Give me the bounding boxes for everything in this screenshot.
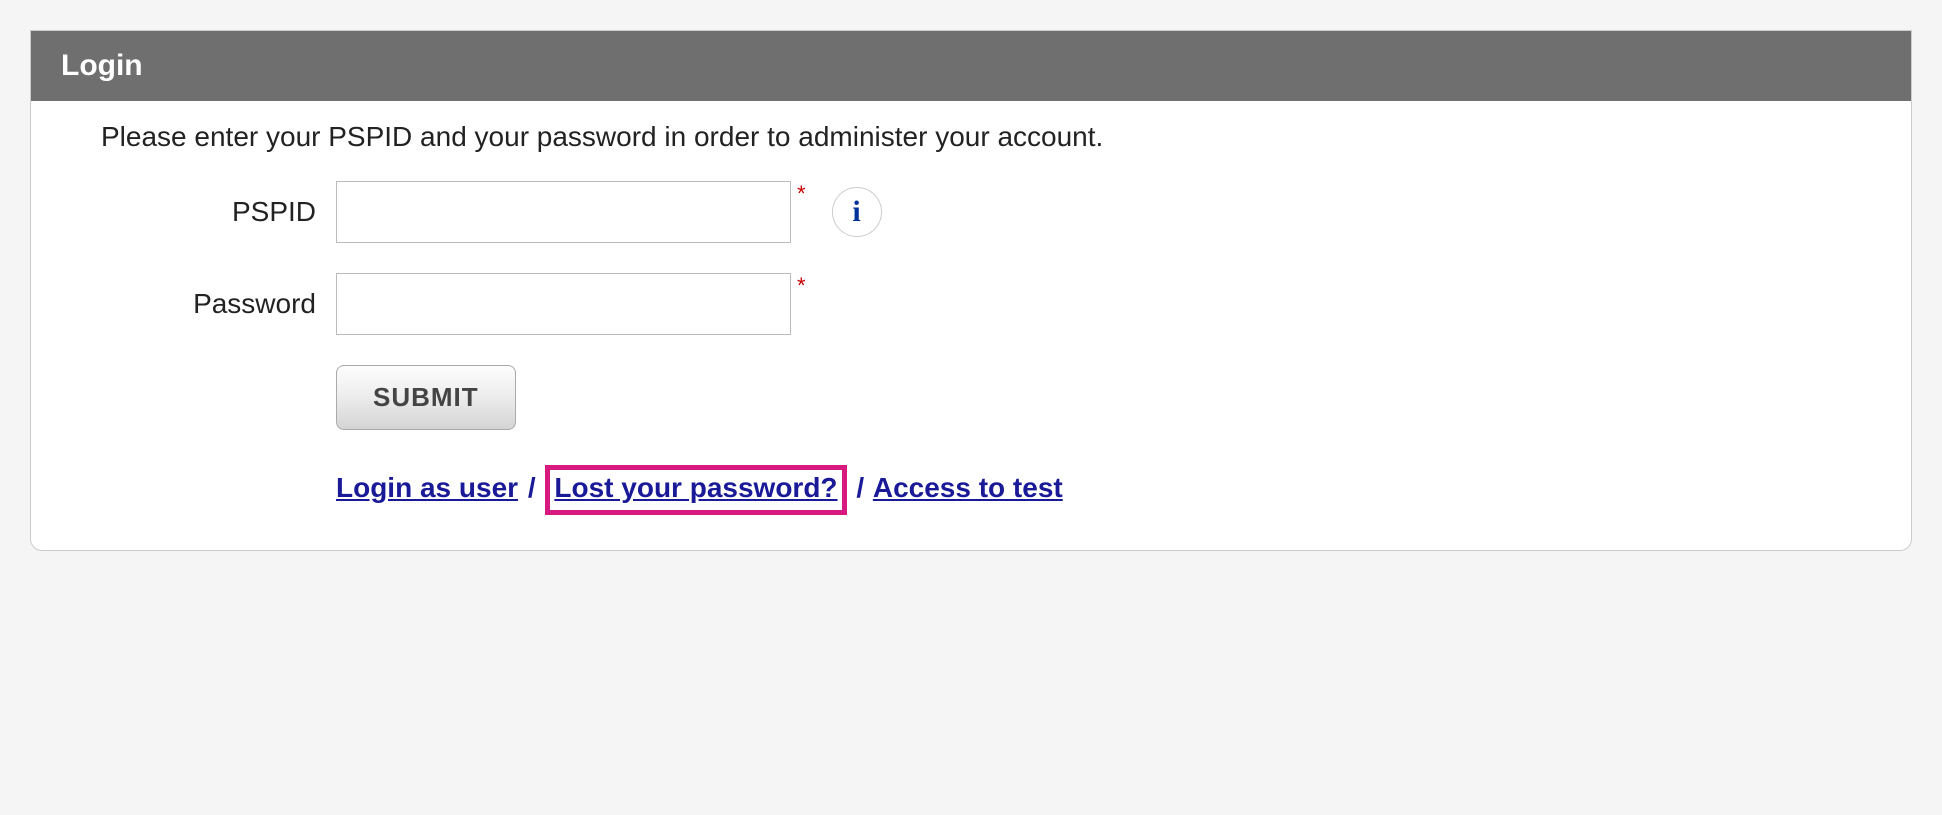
password-input[interactable] bbox=[336, 273, 791, 335]
link-separator: / bbox=[856, 472, 864, 503]
link-separator: / bbox=[528, 472, 536, 503]
pspid-input[interactable] bbox=[336, 181, 791, 243]
info-icon[interactable]: i bbox=[832, 187, 882, 237]
panel-body: Please enter your PSPID and your passwor… bbox=[31, 101, 1911, 550]
submit-row: SUBMIT bbox=[336, 365, 1871, 430]
instruction-text: Please enter your PSPID and your passwor… bbox=[101, 121, 1871, 153]
links-row: Login as user / Lost your password? / Ac… bbox=[336, 465, 1871, 515]
pspid-row: PSPID * i bbox=[101, 181, 1871, 243]
required-asterisk: * bbox=[797, 181, 806, 207]
highlight-box: Lost your password? bbox=[545, 465, 846, 515]
access-to-test-link[interactable]: Access to test bbox=[873, 472, 1063, 503]
panel-title: Login bbox=[31, 31, 1911, 101]
password-label: Password bbox=[101, 288, 336, 320]
required-asterisk: * bbox=[797, 273, 806, 299]
password-row: Password * bbox=[101, 273, 1871, 335]
login-panel: Login Please enter your PSPID and your p… bbox=[30, 30, 1912, 551]
pspid-label: PSPID bbox=[101, 196, 336, 228]
submit-button[interactable]: SUBMIT bbox=[336, 365, 516, 430]
login-as-user-link[interactable]: Login as user bbox=[336, 472, 518, 503]
lost-password-link[interactable]: Lost your password? bbox=[554, 472, 837, 503]
